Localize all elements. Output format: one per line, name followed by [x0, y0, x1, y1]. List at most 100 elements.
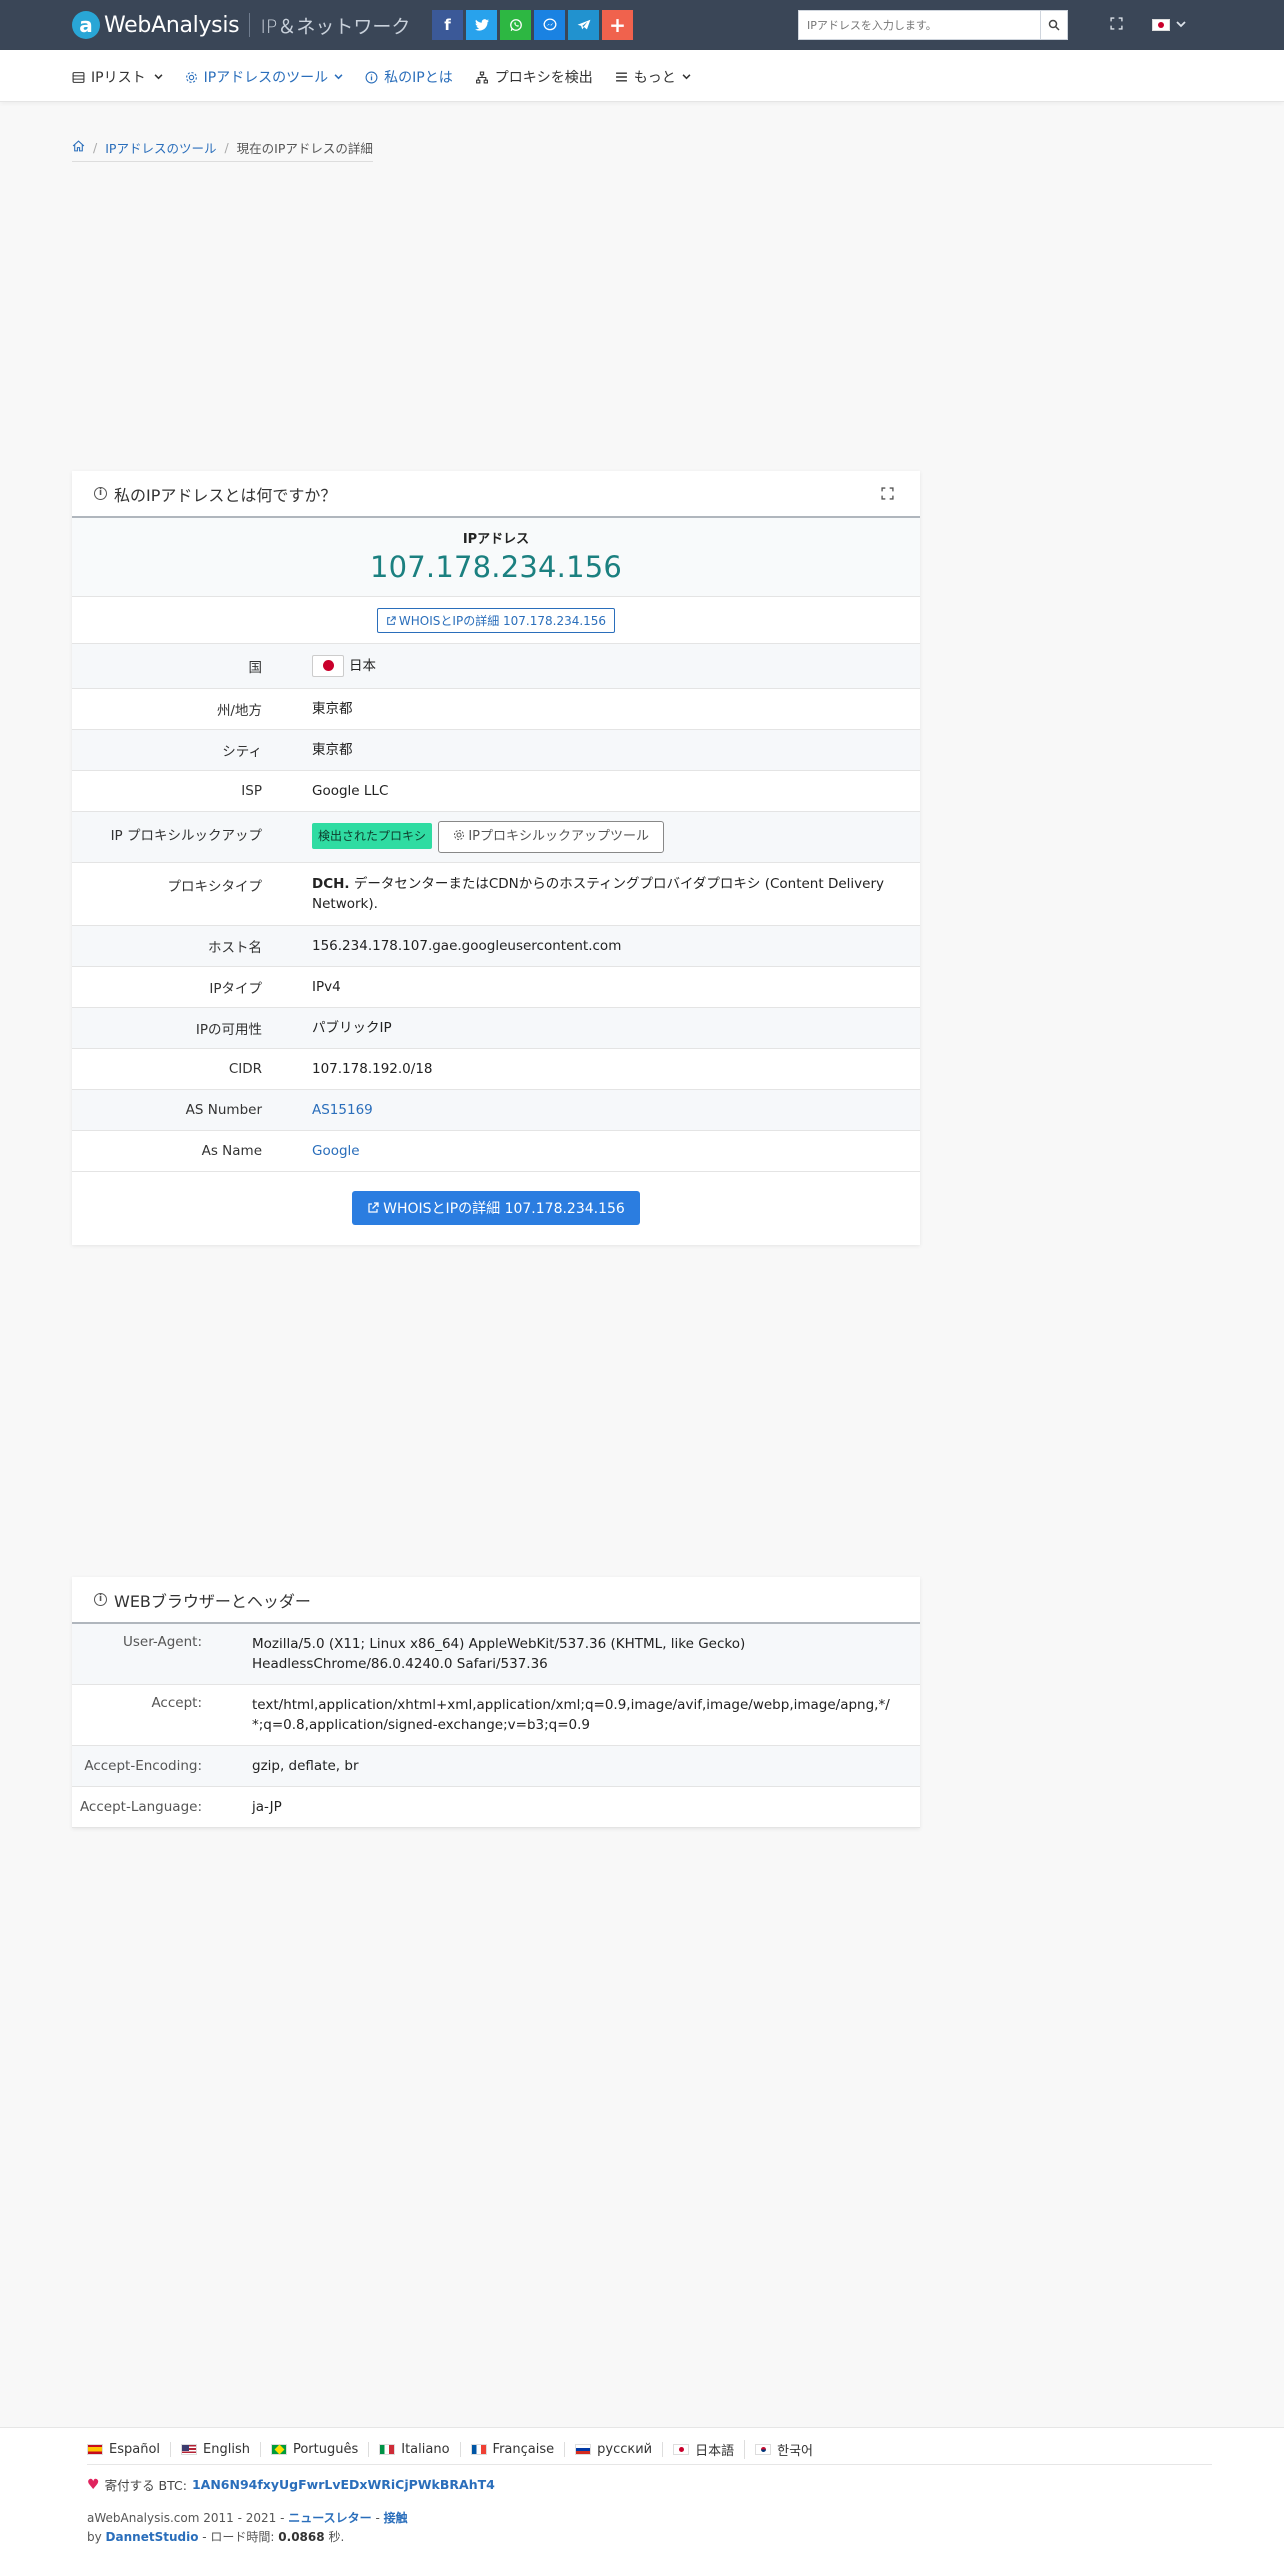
search-button[interactable] — [1041, 10, 1068, 40]
lang-spanish[interactable]: Español — [87, 2442, 172, 2457]
brand-tagline: IP＆ネットワーク — [260, 15, 411, 38]
as-name-link[interactable]: Google — [312, 1143, 360, 1159]
nav-ip-list[interactable]: IPリスト — [72, 67, 163, 87]
as-number-link[interactable]: AS15169 — [312, 1102, 373, 1118]
load-time-label: - ロード時間: — [202, 2530, 275, 2544]
row-key: プロキシタイプ — [72, 862, 312, 926]
table-row: ホスト名 156.234.178.107.gae.googleuserconte… — [72, 925, 920, 967]
card-title: 私のIPアドレスとは何ですか？ — [114, 485, 337, 505]
chevron-down-icon — [1176, 18, 1186, 31]
row-key: 州/地方 — [72, 688, 312, 730]
ip-info-table: 国 日本 州/地方 東京都 シティ 東京都 ISP Google LLC IP … — [72, 644, 920, 1172]
lang-russian[interactable]: русский — [565, 2442, 664, 2457]
table-row: 国 日本 — [72, 644, 920, 689]
row-key: AS Number — [72, 1089, 312, 1131]
row-value: パブリックIP — [312, 1007, 920, 1049]
twitter-icon[interactable] — [466, 10, 497, 40]
row-key: ISP — [72, 770, 312, 812]
share-buttons: f + — [432, 10, 633, 40]
heart-icon: ♥ — [87, 2476, 100, 2493]
breadcrumb-current: 現在のIPアドレスの詳細 — [236, 141, 373, 156]
japan-flag-icon — [312, 654, 344, 677]
chevron-down-icon — [334, 74, 343, 80]
country-value: 日本 — [349, 657, 376, 674]
lang-english[interactable]: English — [171, 2442, 261, 2457]
breadcrumb-ip-tools[interactable]: IPアドレスのツール — [105, 138, 216, 157]
lang-portuguese[interactable]: Português — [261, 2442, 370, 2457]
plus-icon[interactable]: + — [602, 10, 633, 40]
copyright-text: aWebAnalysis.com 2011 - 2021 - — [87, 2511, 285, 2525]
lang-label: Française — [492, 2442, 555, 2457]
proxy-lookup-tool-button[interactable]: IPプロキシルックアップツール — [438, 820, 664, 853]
breadcrumb-separator: / — [224, 140, 229, 155]
row-key: IP プロキシルックアップ — [72, 811, 312, 863]
studio-link[interactable]: DannetStudio — [106, 2530, 199, 2544]
card-header: i 私のIPアドレスとは何ですか？ — [72, 471, 920, 518]
lang-label: 日本語 — [695, 2444, 735, 2459]
footer-divider — [87, 2464, 1212, 2465]
whois-button-small[interactable]: WHOISとIPの詳細 107.178.234.156 — [376, 607, 616, 633]
france-flag-icon — [470, 2444, 487, 2455]
lang-french[interactable]: Française — [461, 2442, 566, 2457]
gear-icon — [185, 71, 197, 83]
row-value: text/html,application/xhtml+xml,applicat… — [252, 1684, 920, 1746]
newsletter-link[interactable]: ニュースレター — [288, 2511, 371, 2525]
card-title: WEBブラウザーとヘッダー — [114, 1591, 311, 1611]
table-row: シティ 東京都 — [72, 729, 920, 771]
table-row: IP プロキシルックアップ 検出されたプロキシ IPプロキシルックアップツール — [72, 811, 920, 863]
ip-search-input[interactable] — [798, 10, 1041, 40]
expand-icon[interactable] — [881, 487, 894, 504]
brand[interactable]: a WebAnalysis IP＆ネットワーク — [72, 10, 410, 40]
table-row: Accept: text/html,application/xhtml+xml,… — [72, 1684, 920, 1746]
language-selector[interactable] — [1152, 18, 1186, 31]
row-key: Accept-Encoding: — [72, 1745, 252, 1787]
row-value: Mozilla/5.0 (X11; Linux x86_64) AppleWeb… — [252, 1624, 920, 1685]
row-value: IPv4 — [312, 966, 920, 1008]
row-key: シティ — [72, 729, 312, 771]
lang-japanese[interactable]: 日本語 — [663, 2440, 746, 2459]
facebook-icon[interactable]: f — [432, 10, 463, 40]
home-icon[interactable] — [72, 140, 85, 155]
row-value: DCH. データセンターまたはCDNからのホスティングプロバイダプロキシ (Co… — [312, 862, 920, 926]
seconds-label: 秒. — [328, 2530, 345, 2544]
donate-label: 寄付する BTC: — [104, 2478, 187, 2493]
language-list: Español English Português Italiano Franç… — [87, 2440, 823, 2459]
row-key: IPの可用性 — [72, 1007, 312, 1049]
row-key: As Name — [72, 1130, 312, 1172]
top-bar: a WebAnalysis IP＆ネットワーク f + — [0, 0, 1284, 50]
nav-ip-list-label: IPリスト — [91, 70, 146, 86]
table-row: IPの可用性 パブリックIP — [72, 1007, 920, 1049]
telegram-icon[interactable] — [568, 10, 599, 40]
whois-button-small-label: WHOISとIPの詳細 107.178.234.156 — [398, 613, 607, 628]
copyright: aWebAnalysis.com 2011 - 2021 - ニュースレター -… — [87, 2509, 408, 2547]
whois-button-large[interactable]: WHOISとIPの詳細 107.178.234.156 — [352, 1191, 640, 1225]
row-key: User-Agent: — [72, 1624, 252, 1685]
lang-label: Español — [109, 2442, 161, 2457]
whatsapp-icon[interactable] — [500, 10, 531, 40]
gear-icon — [454, 829, 465, 840]
lang-italian[interactable]: Italiano — [369, 2442, 461, 2457]
row-value: 東京都 — [312, 729, 920, 771]
fullscreen-icon[interactable] — [1110, 17, 1124, 31]
lang-korean[interactable]: 한국어 — [745, 2440, 823, 2459]
nav-detect-proxy-label: プロキシを検出 — [494, 70, 593, 86]
nav-more[interactable]: もっと — [615, 67, 691, 87]
contact-link[interactable]: 接触 — [384, 2511, 408, 2525]
whois-row: WHOISとIPの詳細 107.178.234.156 — [72, 597, 920, 644]
row-key: CIDR — [72, 1048, 312, 1090]
nav-detect-proxy[interactable]: プロキシを検出 — [475, 67, 593, 87]
row-value: Google — [312, 1130, 920, 1172]
spain-flag-icon — [87, 2444, 103, 2455]
table-row: Accept-Language: ja-JP — [72, 1786, 920, 1828]
row-key: 国 — [72, 644, 312, 689]
nav-ip-tools[interactable]: IPアドレスのツール — [185, 67, 344, 87]
ip-value: 107.178.234.156 — [369, 550, 623, 584]
btc-address-link[interactable]: 1AN6N94fxyUgFwrLvEDxWRiCjPWkBRAhT4 — [192, 2477, 495, 2492]
table-row: ISP Google LLC — [72, 770, 920, 812]
headers-table: User-Agent: Mozilla/5.0 (X11; Linux x86_… — [72, 1624, 920, 1828]
messenger-icon[interactable] — [534, 10, 565, 40]
nav-what-is-my-ip[interactable]: 私のIPとは — [365, 67, 453, 87]
ip-label: IPアドレス — [462, 532, 530, 547]
proxy-type-code: DCH. — [312, 875, 350, 892]
load-time-value: 0.0868 — [278, 2530, 325, 2544]
